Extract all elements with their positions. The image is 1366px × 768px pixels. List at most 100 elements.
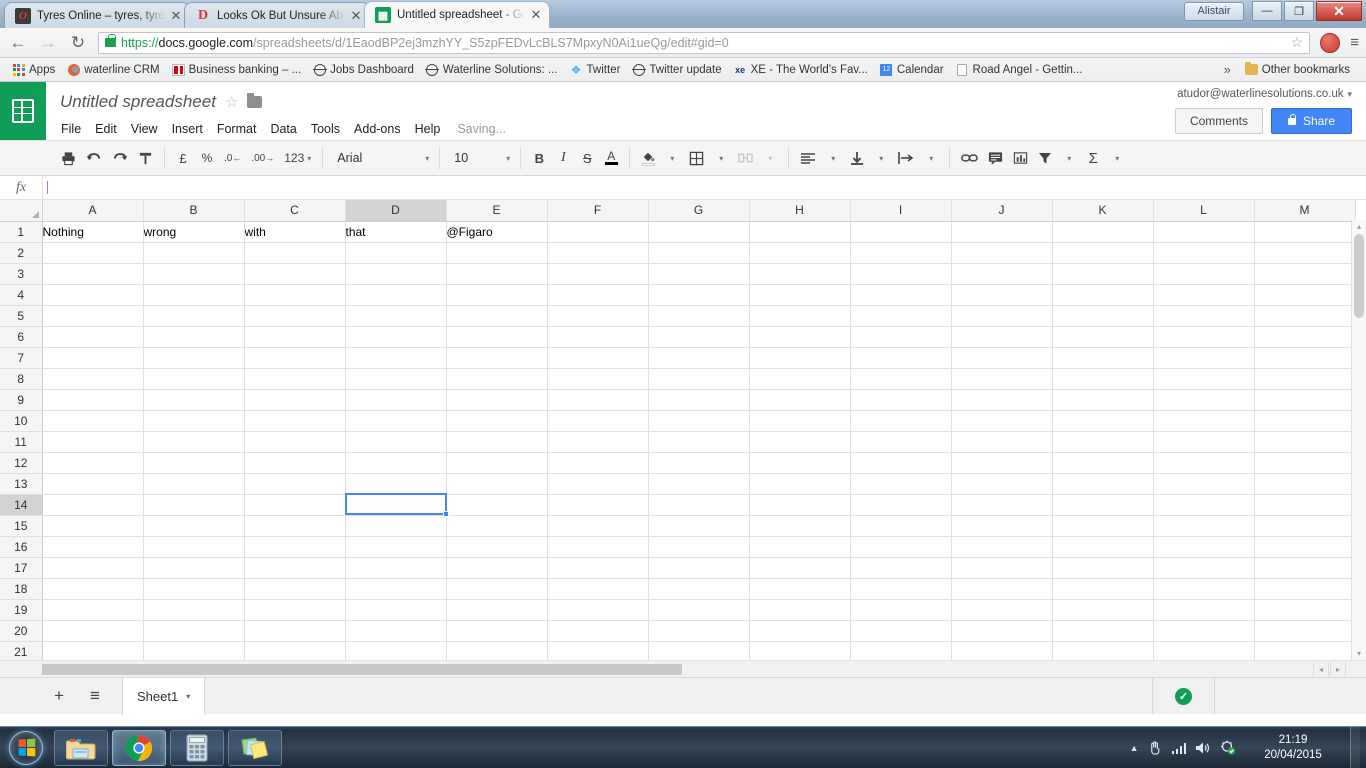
cell-A14[interactable]	[42, 494, 144, 516]
cell-I3[interactable]	[850, 263, 952, 285]
cell-C10[interactable]	[244, 410, 346, 432]
cell-K17[interactable]	[1052, 557, 1154, 579]
cell-G21[interactable]	[648, 641, 750, 660]
scroll-down-icon[interactable]: ▾	[1352, 649, 1366, 658]
cell-E5[interactable]	[446, 305, 548, 327]
column-header-k[interactable]: K	[1052, 200, 1154, 222]
cell-L4[interactable]	[1153, 284, 1255, 306]
cell-L6[interactable]	[1153, 326, 1255, 348]
bookmark-other-bookmarks[interactable]: Other bookmarks	[1239, 60, 1360, 80]
cell-I9[interactable]	[850, 389, 952, 411]
row-header-4[interactable]: 4	[0, 284, 43, 306]
cell-G16[interactable]	[648, 536, 750, 558]
cell-E13[interactable]	[446, 473, 548, 495]
cell-F16[interactable]	[547, 536, 649, 558]
cell-I20[interactable]	[850, 620, 952, 642]
sheet-tab-sheet1[interactable]: Sheet1 ▾	[122, 677, 206, 715]
cell-G5[interactable]	[648, 305, 750, 327]
cell-G17[interactable]	[648, 557, 750, 579]
cell-B21[interactable]	[143, 641, 245, 660]
chart-icon[interactable]	[1008, 145, 1033, 171]
cell-I4[interactable]	[850, 284, 952, 306]
cell-F18[interactable]	[547, 578, 649, 600]
cell-H13[interactable]	[749, 473, 851, 495]
cell-A4[interactable]	[42, 284, 144, 306]
cell-D7[interactable]	[345, 347, 447, 369]
menu-view[interactable]: View	[124, 118, 165, 140]
cell-F13[interactable]	[547, 473, 649, 495]
cell-L12[interactable]	[1153, 452, 1255, 474]
italic-button[interactable]: I	[551, 145, 575, 171]
cell-J17[interactable]	[951, 557, 1053, 579]
cell-I11[interactable]	[850, 431, 952, 453]
cell-J5[interactable]	[951, 305, 1053, 327]
cell-A12[interactable]	[42, 452, 144, 474]
cell-B6[interactable]	[143, 326, 245, 348]
row-header-2[interactable]: 2	[0, 242, 43, 264]
cell-M13[interactable]	[1254, 473, 1356, 495]
cell-K14[interactable]	[1052, 494, 1154, 516]
cell-E20[interactable]	[446, 620, 548, 642]
bookmarks-overflow-icon[interactable]: »	[1216, 62, 1239, 77]
cell-E14[interactable]	[446, 494, 548, 516]
cell-B14[interactable]	[143, 494, 245, 516]
cell-H19[interactable]	[749, 599, 851, 621]
cell-E19[interactable]	[446, 599, 548, 621]
functions-caret[interactable]: ▾	[1105, 145, 1129, 171]
cell-I14[interactable]	[850, 494, 952, 516]
cell-C8[interactable]	[244, 368, 346, 390]
cell-C13[interactable]	[244, 473, 346, 495]
row-header-13[interactable]: 13	[0, 473, 43, 495]
cell-I15[interactable]	[850, 515, 952, 537]
cell-K6[interactable]	[1052, 326, 1154, 348]
cell-J18[interactable]	[951, 578, 1053, 600]
cell-B1[interactable]: wrong	[143, 221, 245, 243]
cell-G14[interactable]	[648, 494, 750, 516]
cell-A16[interactable]	[42, 536, 144, 558]
column-header-h[interactable]: H	[749, 200, 851, 222]
decrease-decimal-button[interactable]: .0 ←	[219, 145, 246, 171]
cell-L5[interactable]	[1153, 305, 1255, 327]
cell-M1[interactable]	[1254, 221, 1356, 243]
cell-K3[interactable]	[1052, 263, 1154, 285]
cell-C2[interactable]	[244, 242, 346, 264]
cell-F4[interactable]	[547, 284, 649, 306]
redo-icon[interactable]	[107, 145, 133, 171]
cell-B12[interactable]	[143, 452, 245, 474]
cell-A20[interactable]	[42, 620, 144, 642]
cell-J7[interactable]	[951, 347, 1053, 369]
cell-H5[interactable]	[749, 305, 851, 327]
horizontal-scroll-track[interactable]	[42, 664, 1288, 675]
cell-M11[interactable]	[1254, 431, 1356, 453]
cell-I21[interactable]	[850, 641, 952, 660]
cell-F3[interactable]	[547, 263, 649, 285]
cell-L11[interactable]	[1153, 431, 1255, 453]
cell-K5[interactable]	[1052, 305, 1154, 327]
cell-B5[interactable]	[143, 305, 245, 327]
cell-J21[interactable]	[951, 641, 1053, 660]
google-chrome-icon[interactable]	[112, 729, 166, 766]
cell-F2[interactable]	[547, 242, 649, 264]
row-header-19[interactable]: 19	[0, 599, 43, 621]
move-to-folder-icon[interactable]	[247, 93, 263, 108]
cell-M8[interactable]	[1254, 368, 1356, 390]
cell-D14[interactable]	[345, 494, 447, 516]
column-header-a[interactable]: A	[42, 200, 144, 222]
close-icon[interactable]: ✕	[349, 9, 363, 23]
cell-D3[interactable]	[345, 263, 447, 285]
cell-B8[interactable]	[143, 368, 245, 390]
cell-E8[interactable]	[446, 368, 548, 390]
cell-F10[interactable]	[547, 410, 649, 432]
cell-M4[interactable]	[1254, 284, 1356, 306]
cell-C4[interactable]	[244, 284, 346, 306]
cell-C7[interactable]	[244, 347, 346, 369]
cell-H15[interactable]	[749, 515, 851, 537]
currency-format-button[interactable]: £	[171, 145, 195, 171]
cell-M15[interactable]	[1254, 515, 1356, 537]
cell-M3[interactable]	[1254, 263, 1356, 285]
cell-I7[interactable]	[850, 347, 952, 369]
cell-H16[interactable]	[749, 536, 851, 558]
menu-edit[interactable]: Edit	[88, 118, 124, 140]
cell-G9[interactable]	[648, 389, 750, 411]
cell-C15[interactable]	[244, 515, 346, 537]
